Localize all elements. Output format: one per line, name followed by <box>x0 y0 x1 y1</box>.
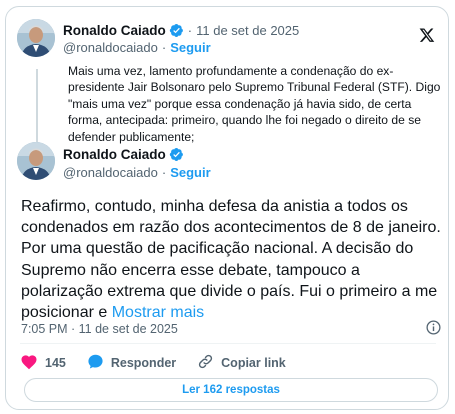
read-replies-button[interactable]: Ler 162 respostas <box>24 378 438 402</box>
main-post-body: Reafirmo, contudo, minha defesa da anist… <box>21 198 441 322</box>
follow-button[interactable]: Seguir <box>170 40 210 55</box>
verified-badge-icon <box>169 147 184 162</box>
separator-dot: · <box>161 40 167 55</box>
info-icon[interactable] <box>425 319 442 341</box>
author-handle[interactable]: @ronaldocaiado <box>63 165 158 180</box>
verified-badge-icon <box>169 23 184 38</box>
action-bar: 145 Responder Copiar link <box>20 353 307 373</box>
like-button[interactable]: 145 <box>20 353 66 374</box>
separator-dot: · <box>161 165 167 180</box>
author-handle[interactable]: @ronaldocaiado <box>63 40 158 55</box>
quoted-post-text: Mais uma vez, lamento profundamente a co… <box>68 64 441 144</box>
heart-icon <box>20 353 45 374</box>
embedded-post-card: Ronaldo Caiado · 11 de set de 2025 @rona… <box>5 6 449 410</box>
reply-bubble-icon <box>87 353 111 373</box>
reply-button[interactable]: Responder <box>87 353 176 373</box>
reply-label: Responder <box>110 356 177 370</box>
author-name[interactable]: Ronaldo Caiado <box>63 23 166 38</box>
link-icon <box>197 353 221 373</box>
show-more-link[interactable]: Mostrar mais <box>112 304 204 321</box>
author-name[interactable]: Ronaldo Caiado <box>63 147 166 162</box>
x-logo-icon[interactable] <box>419 27 435 48</box>
separator-dot: · <box>187 23 193 38</box>
avatar[interactable] <box>17 19 55 57</box>
avatar[interactable] <box>17 142 55 180</box>
likes-count: 145 <box>45 356 66 370</box>
thread-connector-line <box>36 69 38 144</box>
post-timestamp[interactable]: 7:05 PM · 11 de set de 2025 <box>21 322 178 336</box>
copy-link-label: Copiar link <box>221 356 286 370</box>
follow-button[interactable]: Seguir <box>170 165 210 180</box>
main-post-text: Reafirmo, contudo, minha defesa da anist… <box>21 196 441 323</box>
post-date[interactable]: 11 de set de 2025 <box>196 23 299 38</box>
divider <box>20 343 436 344</box>
copy-link-button[interactable]: Copiar link <box>197 353 286 373</box>
